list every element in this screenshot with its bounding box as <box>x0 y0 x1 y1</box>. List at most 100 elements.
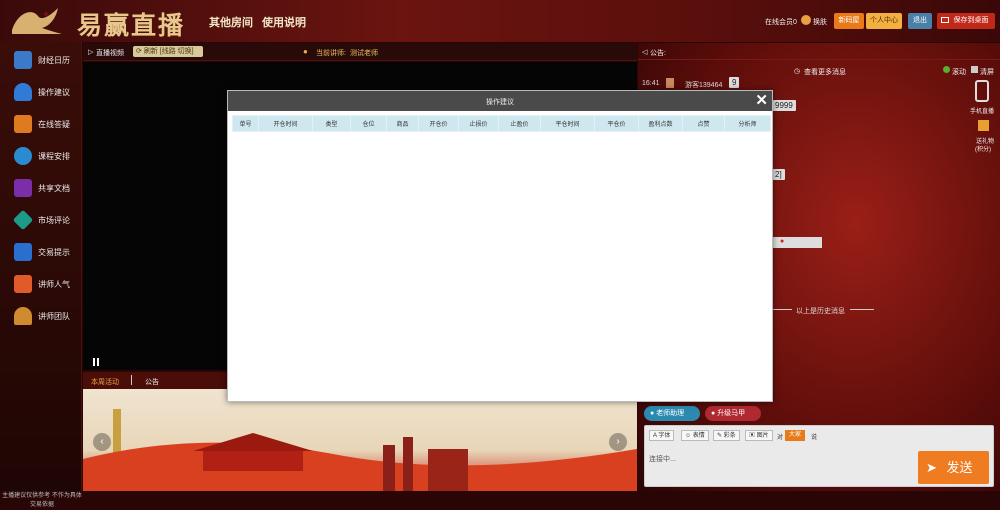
sidebar-item-calendar[interactable]: 财经日历 <box>0 44 82 76</box>
tab-label: 升级马甲 <box>717 410 746 417</box>
chat-input[interactable]: 连接中... <box>649 454 676 464</box>
modal-title: 操作建议 <box>486 99 514 106</box>
gift-points-label: (积分) <box>975 147 991 153</box>
person-icon <box>14 147 32 165</box>
font-label: 字体 <box>658 433 671 439</box>
send-button[interactable]: ➤ 发送 <box>918 451 989 484</box>
refresh-button[interactable]: ⟳ 刷新 [线路 切换] <box>133 46 203 57</box>
emoji-button[interactable]: ☺ 表情 <box>681 430 709 441</box>
more-messages-link[interactable]: 查看更多消息 <box>804 67 846 77</box>
mail-icon <box>14 243 32 261</box>
skin-icon[interactable] <box>801 15 811 25</box>
save-desktop-label: 保存到桌面 <box>953 17 989 24</box>
skin-button[interactable]: 换肤 <box>813 17 827 27</box>
color-bar-button[interactable]: ✎ 彩条 <box>713 430 740 441</box>
speaker-icon: ◁ <box>642 49 648 56</box>
nav-other-rooms[interactable]: 其他房间 <box>209 14 253 30</box>
sidebar-item-schedule[interactable]: 课程安排 <box>0 140 82 172</box>
tab-upgrade-vest[interactable]: ● 升级马甲 <box>705 406 761 421</box>
tab-notice[interactable]: 公告 <box>145 377 159 387</box>
sidebar-item-popularity[interactable]: 讲师人气 <box>0 268 82 300</box>
column-header: 类型 <box>312 115 351 132</box>
save-desktop-button[interactable]: 保存到桌面 <box>937 13 995 29</box>
user-center-button[interactable]: 个人中心 <box>866 13 902 29</box>
monitor-icon <box>941 17 949 23</box>
chat-input-box: A 字体 ☺ 表情 ✎ 彩条 ▣ 图片 对 大家 说 连接中... ➤ 发送 <box>644 425 994 487</box>
target-select[interactable]: 大家 <box>785 430 806 441</box>
say-label: 说 <box>811 435 818 441</box>
column-header: 单号 <box>232 115 259 132</box>
message-time: 16:41 <box>642 80 660 87</box>
sidebar-item-comments[interactable]: 市场评论 <box>0 204 82 236</box>
history-label: 以上是历史消息 <box>796 308 845 315</box>
brand-title: 易赢直播 <box>77 11 186 40</box>
banner-prev-icon[interactable]: ‹ <box>93 433 111 451</box>
lecturer-prefix: 当前讲师: <box>316 50 346 57</box>
tab-teacher-assistant[interactable]: ● 老师助理 <box>644 406 700 421</box>
table-header-row: 单号 开仓时间 类型 仓位 商品 开仓价 止损价 止盈价 平仓时间 平仓价 盈利点数 点赞 分析师 <box>232 115 771 132</box>
column-header: 仓位 <box>350 115 387 132</box>
upgrade-icon: ● <box>711 410 716 417</box>
promo-banner: ‹ › <box>83 389 637 491</box>
close-icon[interactable]: ✕ <box>755 92 768 110</box>
visitor-icon <box>666 78 674 88</box>
location-icon: ● <box>780 238 785 245</box>
column-header: 点赞 <box>682 115 725 132</box>
scroll-toggle-icon[interactable] <box>943 66 950 73</box>
cube-icon <box>12 209 34 231</box>
modal-title-bar: 操作建议 ✕ <box>228 91 772 111</box>
logout-button[interactable]: 退出 <box>908 13 932 29</box>
scroll-label: 滚动 <box>952 69 966 76</box>
column-header: 分析师 <box>724 115 771 132</box>
online-count: 在线会员0 <box>765 19 797 26</box>
sidebar: 财经日历 操作建议 在线答疑 课程安排 共享文档 市场评论 交易提示 讲师人气 … <box>0 42 82 508</box>
column-header: 平仓价 <box>594 115 639 132</box>
register-button[interactable]: 新码屋 <box>834 13 864 29</box>
gift-icon[interactable] <box>978 120 989 131</box>
pause-icon[interactable] <box>93 358 95 366</box>
divider <box>772 309 792 310</box>
to-label: 对 <box>777 435 784 441</box>
column-header: 平仓时间 <box>540 115 595 132</box>
line-switch-label: [线路 切换] <box>159 48 194 55</box>
thumbs-up-icon <box>14 275 32 293</box>
mobile-phone-icon[interactable] <box>975 80 989 102</box>
banner-next-icon[interactable]: › <box>609 433 627 451</box>
chart-icon <box>14 179 32 197</box>
mobile-live-label[interactable]: 手机直播 <box>970 106 994 115</box>
tab-weekly-activity[interactable]: 本周活动 <box>91 377 119 387</box>
clear-icon[interactable] <box>971 66 978 73</box>
disclaimer-text: 主播建议仅供参考 不作为具体交易依据 <box>2 493 82 508</box>
chat-tabs: ● 老师助理 ● 升级马甲 <box>638 403 1000 425</box>
divider <box>638 59 1000 60</box>
nav-help[interactable]: 使用说明 <box>262 14 306 30</box>
sidebar-item-qa[interactable]: 在线答疑 <box>0 108 82 140</box>
live-video-label: 直播视频 <box>96 50 124 57</box>
column-header: 止盈价 <box>498 115 541 132</box>
sidebar-item-label: 财经日历 <box>38 56 70 65</box>
emoji-label: 表情 <box>692 433 705 439</box>
sidebar-item-documents[interactable]: 共享文档 <box>0 172 82 204</box>
clear-screen-button[interactable]: 清屏 <box>980 67 994 77</box>
sidebar-item-advice[interactable]: 操作建议 <box>0 76 82 108</box>
document-icon <box>14 115 32 133</box>
sidebar-item-label: 市场评论 <box>38 216 70 225</box>
message-fragment: 9999 <box>772 100 796 111</box>
sidebar-item-label: 共享文档 <box>38 184 70 193</box>
sidebar-item-label: 交易提示 <box>38 248 70 257</box>
sidebar-item-team[interactable]: 讲师团队 <box>0 300 82 332</box>
sidebar-item-trade-tips[interactable]: 交易提示 <box>0 236 82 268</box>
message-badge: 9 <box>729 77 740 88</box>
tab-divider <box>131 375 132 385</box>
refresh-icon: ⟳ <box>136 48 144 55</box>
sidebar-item-label: 操作建议 <box>38 88 70 97</box>
sidebar-item-label: 课程安排 <box>38 152 70 161</box>
sidebar-item-label: 讲师团队 <box>38 312 70 321</box>
advice-modal: 操作建议 ✕ 单号 开仓时间 类型 仓位 商品 开仓价 止损价 止盈价 平仓时间 平仓价 盈利点数点… <box>227 90 773 402</box>
tab-label: 老师助理 <box>656 410 685 417</box>
image-button[interactable]: ▣ 图片 <box>745 430 773 441</box>
font-button[interactable]: A 字体 <box>649 430 675 441</box>
calendar-icon <box>14 51 32 69</box>
color-bar-label: 彩条 <box>723 433 736 439</box>
message-user[interactable]: 游客139464 <box>685 80 722 90</box>
